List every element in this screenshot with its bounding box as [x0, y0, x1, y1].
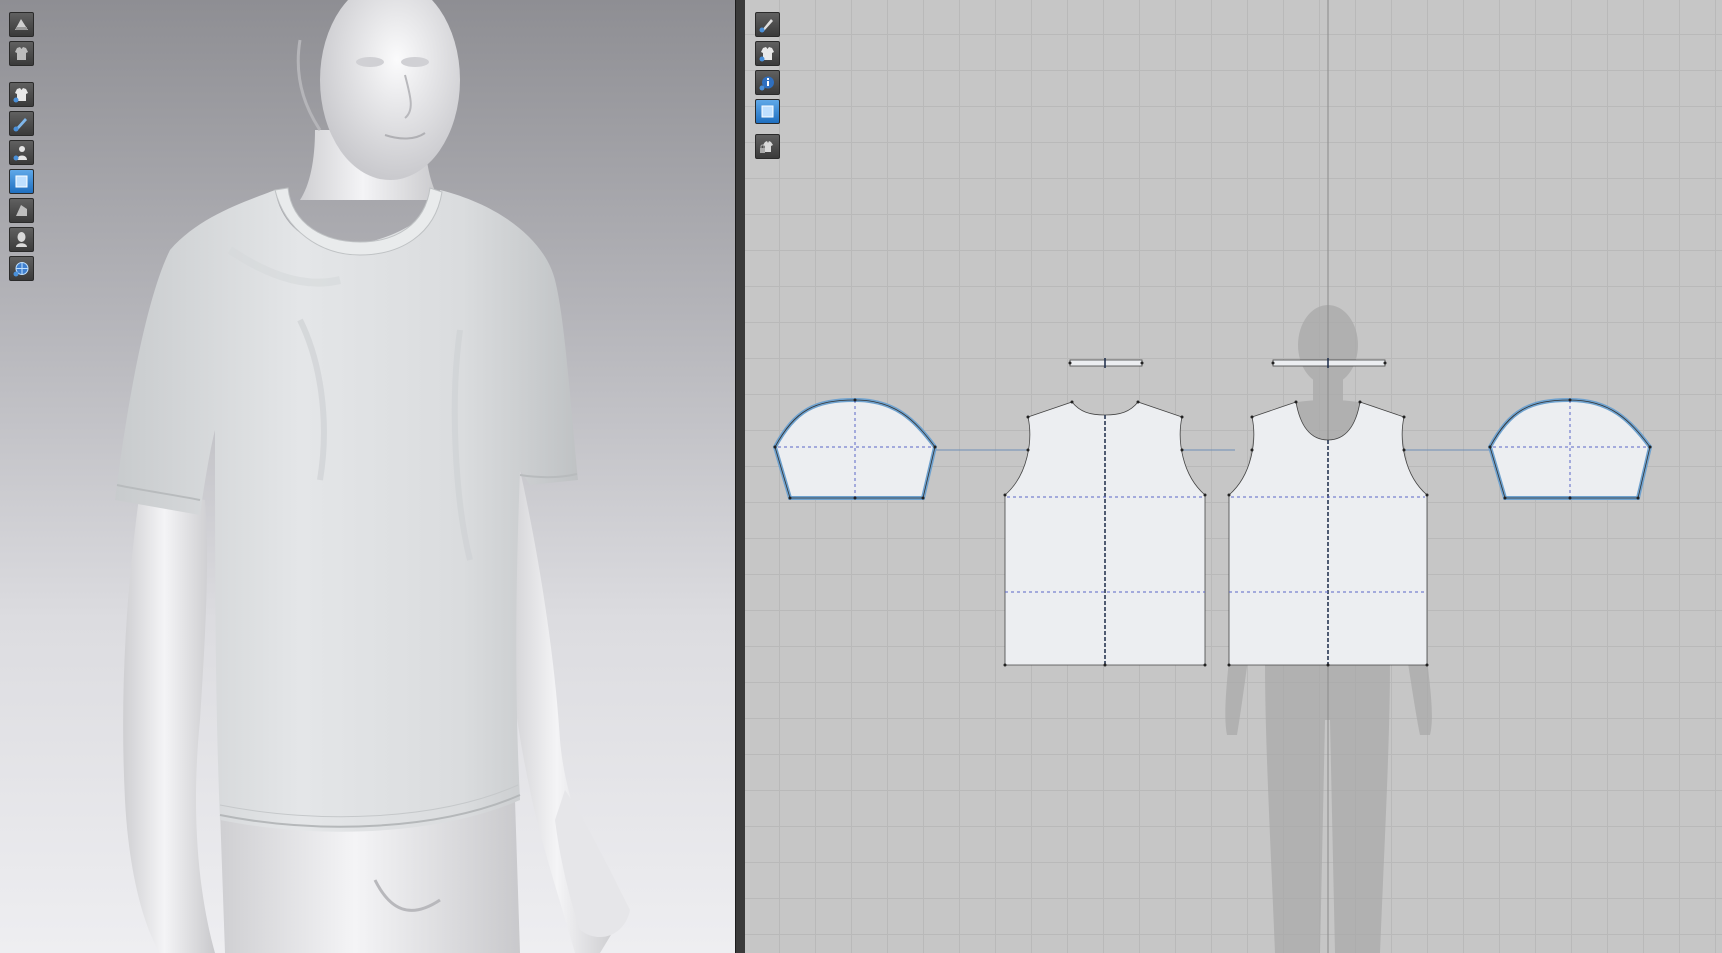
fabric-render-icon[interactable] — [9, 12, 34, 37]
shading-mode-icon[interactable] — [9, 198, 34, 223]
pattern-front-neckband — [1068, 358, 1144, 368]
garment-display-icon[interactable] — [9, 41, 34, 66]
2d-pattern-viewport[interactable] — [745, 0, 1722, 953]
texture-2d-icon[interactable] — [755, 99, 780, 124]
left-arm — [123, 490, 215, 953]
show-avatar-icon[interactable] — [9, 140, 34, 165]
info-icon[interactable] — [755, 70, 780, 95]
lock-pattern-icon[interactable] — [755, 134, 780, 159]
toolbar-3d — [9, 12, 34, 281]
pattern-left-sleeve — [772, 397, 938, 500]
edit-pen-icon[interactable] — [755, 12, 780, 37]
avatar-silhouette-icon[interactable] — [9, 227, 34, 252]
texture-view-icon[interactable] — [9, 169, 34, 194]
pattern-canvas — [772, 0, 1653, 953]
show-brush-icon[interactable] — [9, 111, 34, 136]
pattern-right-sleeve — [1487, 397, 1653, 500]
show-garment-icon[interactable] — [9, 82, 34, 107]
mesh-globe-icon[interactable] — [9, 256, 34, 281]
avatar-with-tshirt — [115, 0, 630, 953]
show-pattern-icon[interactable] — [755, 41, 780, 66]
3d-viewport[interactable] — [0, 0, 735, 953]
pattern-front-bodice — [1003, 400, 1207, 667]
pattern-back-bodice — [1227, 400, 1429, 667]
toolbar-2d — [755, 12, 780, 159]
